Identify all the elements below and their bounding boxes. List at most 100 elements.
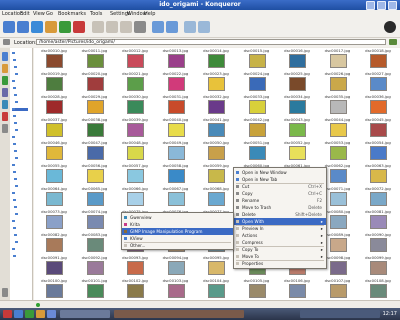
tree-folder-item[interactable] xyxy=(13,171,29,174)
menu-tools[interactable]: Tools xyxy=(90,11,102,17)
up-icon[interactable] xyxy=(31,21,43,33)
minimize-button[interactable] xyxy=(366,1,375,10)
tree-folder-item[interactable] xyxy=(15,129,31,132)
tree-folder-item[interactable] xyxy=(12,164,28,167)
file-item[interactable]: dsc00024.jpg xyxy=(237,71,277,94)
file-item[interactable]: dsc00059.jpg xyxy=(196,163,236,186)
file-item[interactable]: dsc00034.jpg xyxy=(277,94,317,117)
file-item[interactable]: dsc00067.jpg xyxy=(156,186,196,209)
tree-folder-item[interactable] xyxy=(12,108,28,111)
file-item[interactable]: dsc00090.jpg xyxy=(358,232,398,255)
context-menu-item-move-to[interactable]: Move To ▸ xyxy=(234,253,326,260)
zoom-in-icon[interactable] xyxy=(152,21,164,33)
file-item[interactable]: dsc00064.jpg xyxy=(34,186,74,209)
services-tab-icon[interactable] xyxy=(2,124,8,133)
home-launcher-icon[interactable] xyxy=(25,310,34,318)
file-item[interactable]: dsc00012.jpg xyxy=(115,48,155,71)
file-item[interactable]: dsc00083.jpg xyxy=(75,232,115,255)
copy-icon[interactable] xyxy=(106,21,118,33)
file-item[interactable]: dsc00063.jpg xyxy=(358,163,398,186)
file-item[interactable]: dsc00035.jpg xyxy=(318,94,358,117)
file-item[interactable]: dsc00015.jpg xyxy=(237,48,277,71)
context-menu-item-open-in-new-window[interactable]: Open in New Window xyxy=(234,169,326,176)
tree-folder-item[interactable] xyxy=(12,248,28,251)
file-item[interactable]: dsc00037.jpg xyxy=(34,117,74,140)
file-item[interactable]: dsc00107.jpg xyxy=(318,278,358,300)
detailed-view-icon[interactable] xyxy=(198,21,210,33)
file-item[interactable]: dsc00023.jpg xyxy=(196,71,236,94)
menu-edit[interactable]: Edit xyxy=(20,11,30,17)
file-item[interactable]: dsc00021.jpg xyxy=(115,71,155,94)
zoom-out-icon[interactable] xyxy=(166,21,178,33)
file-item[interactable]: dsc00073.jpg xyxy=(34,209,74,232)
file-item[interactable]: dsc00108.jpg xyxy=(358,278,398,300)
file-item[interactable]: dsc00032.jpg xyxy=(196,94,236,117)
file-item[interactable]: dsc00106.jpg xyxy=(277,278,317,300)
home-icon[interactable] xyxy=(45,21,57,33)
file-item[interactable]: dsc00068.jpg xyxy=(196,186,236,209)
pager[interactable] xyxy=(60,310,110,318)
context-menu-item-move-to-trash[interactable]: Move to Trash Delete xyxy=(234,204,326,211)
file-item[interactable]: dsc00010.jpg xyxy=(34,48,74,71)
file-item[interactable]: dsc00047.jpg xyxy=(75,140,115,163)
file-item[interactable]: dsc00093.jpg xyxy=(115,255,155,278)
file-item[interactable]: dsc00020.jpg xyxy=(75,71,115,94)
context-menu-item-actions[interactable]: Actions ▸ xyxy=(234,232,326,239)
file-item[interactable]: dsc00058.jpg xyxy=(156,163,196,186)
tree-folder-item[interactable] xyxy=(14,150,30,153)
file-item[interactable]: dsc00053.jpg xyxy=(318,140,358,163)
open-with-item-gimp-image-manipulation-program[interactable]: GIMP Image Manipulation Program xyxy=(122,228,233,235)
file-item[interactable]: dsc00054.jpg xyxy=(358,140,398,163)
konsole-launcher-icon[interactable] xyxy=(36,310,45,318)
file-item[interactable]: dsc00052.jpg xyxy=(277,140,317,163)
browser-launcher-icon[interactable] xyxy=(47,310,56,318)
file-item[interactable]: dsc00025.jpg xyxy=(277,71,317,94)
file-item[interactable]: dsc00051.jpg xyxy=(237,140,277,163)
file-item[interactable]: dsc00022.jpg xyxy=(156,71,196,94)
file-item[interactable]: dsc00072.jpg xyxy=(358,186,398,209)
tree-folder-item[interactable] xyxy=(13,143,29,146)
file-item[interactable]: dsc00050.jpg xyxy=(196,140,236,163)
tree-folder-item[interactable] xyxy=(12,52,28,55)
media-tab-icon[interactable] xyxy=(2,88,8,97)
file-item[interactable]: dsc00066.jpg xyxy=(115,186,155,209)
tree-folder-item[interactable] xyxy=(13,87,29,90)
file-item[interactable]: dsc00018.jpg xyxy=(358,48,398,71)
tree-folder-item[interactable] xyxy=(12,192,28,195)
tree-folder-item[interactable] xyxy=(12,80,28,83)
file-item[interactable]: dsc00057.jpg xyxy=(115,163,155,186)
file-item[interactable]: dsc00074.jpg xyxy=(75,209,115,232)
file-item[interactable]: dsc00045.jpg xyxy=(358,117,398,140)
root-folder-tab-icon[interactable] xyxy=(2,112,8,121)
file-item[interactable]: dsc00042.jpg xyxy=(237,117,277,140)
cut-icon[interactable] xyxy=(92,21,104,33)
tree-folder-item[interactable] xyxy=(15,213,31,216)
location-input[interactable]: /home/aster/Pictures/ido_origami/ xyxy=(36,39,386,45)
file-item[interactable]: dsc00044.jpg xyxy=(318,117,358,140)
file-item[interactable]: dsc00011.jpg xyxy=(75,48,115,71)
file-item[interactable]: dsc00065.jpg xyxy=(75,186,115,209)
file-item[interactable]: dsc00092.jpg xyxy=(75,255,115,278)
desktop-icon[interactable] xyxy=(14,310,23,318)
file-item[interactable]: dsc00048.jpg xyxy=(115,140,155,163)
context-menu-item-copy-to[interactable]: Copy To ▸ xyxy=(234,246,326,253)
tree-folder-item[interactable] xyxy=(13,227,29,230)
file-item[interactable]: dsc00013.jpg xyxy=(156,48,196,71)
file-item[interactable]: dsc00103.jpg xyxy=(156,278,196,300)
reload-icon[interactable] xyxy=(59,21,71,33)
file-item[interactable]: dsc00100.jpg xyxy=(34,278,74,300)
context-menu-item-compress[interactable]: Compress ▸ xyxy=(234,239,326,246)
file-item[interactable]: dsc00033.jpg xyxy=(237,94,277,117)
tree-folder-item[interactable] xyxy=(14,94,30,97)
tree-folder-item[interactable] xyxy=(15,185,31,188)
icon-view-icon[interactable] xyxy=(184,21,196,33)
file-item[interactable]: dsc00046.jpg xyxy=(34,140,74,163)
tree-folder-item[interactable] xyxy=(12,136,28,139)
file-item[interactable]: dsc00038.jpg xyxy=(75,117,115,140)
context-menu-item-preview-in[interactable]: Preview In ▸ xyxy=(234,225,326,232)
file-item[interactable]: dsc00028.jpg xyxy=(34,94,74,117)
tree-folder-item[interactable] xyxy=(13,115,29,118)
forward-icon[interactable] xyxy=(17,21,29,33)
tree-folder-item[interactable] xyxy=(15,73,31,76)
go-icon[interactable] xyxy=(389,39,397,45)
